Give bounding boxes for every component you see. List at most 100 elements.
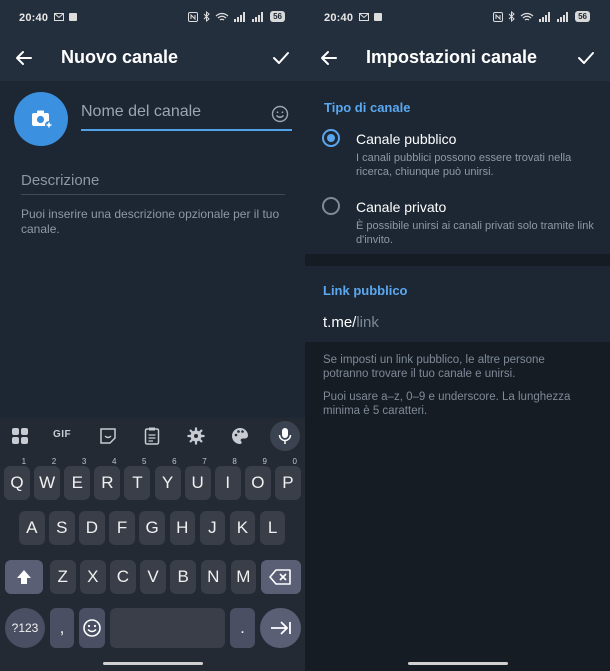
key-label: T [132, 473, 143, 492]
symbols-key[interactable]: ?123 [5, 608, 45, 648]
notification-icon [374, 13, 382, 21]
wifi-icon [520, 12, 534, 21]
key-hint-number: 3 [81, 457, 87, 466]
key-w[interactable]: W2 [34, 457, 61, 500]
key-v[interactable]: V [140, 560, 166, 594]
nfc-icon [188, 11, 199, 22]
period-key[interactable]: . [230, 608, 255, 648]
emoji-key[interactable] [79, 608, 105, 648]
key-s[interactable]: S [49, 511, 75, 545]
home-indicator[interactable] [407, 662, 508, 665]
status-time: 20:40 [19, 12, 49, 24]
enter-tab-key[interactable] [260, 608, 301, 648]
microphone-icon [278, 428, 292, 444]
sticker-icon[interactable] [98, 426, 118, 446]
nfc-icon [493, 11, 504, 22]
gif-button[interactable]: GIF [53, 429, 71, 440]
key-u[interactable]: U7 [184, 457, 211, 500]
key-a[interactable]: A [19, 511, 45, 545]
space-bar[interactable] [110, 608, 225, 648]
key-label: A [26, 518, 38, 537]
confirm-check-icon[interactable] [576, 48, 596, 68]
home-indicator[interactable] [102, 662, 203, 665]
link-placeholder: link [356, 314, 379, 331]
back-arrow-icon[interactable] [14, 48, 34, 68]
description-input[interactable]: Descrizione [21, 172, 285, 195]
key-hint-number: 7 [202, 457, 207, 466]
signal-icon [234, 11, 246, 22]
back-arrow-icon[interactable] [319, 48, 339, 68]
key-y[interactable]: Y6 [154, 457, 181, 500]
clipboard-icon[interactable] [142, 426, 162, 446]
key-n[interactable]: N [200, 560, 226, 594]
key-label: B [177, 567, 189, 586]
key-r[interactable]: R4 [94, 457, 121, 500]
key-j[interactable]: J [199, 511, 226, 545]
key-e[interactable]: E3 [64, 457, 91, 500]
apps-grid-icon[interactable] [10, 426, 30, 446]
set-photo-button[interactable] [14, 92, 68, 146]
tab-arrow-icon [270, 621, 291, 635]
key-i[interactable]: I8 [214, 457, 241, 500]
wifi-icon [215, 12, 229, 21]
voice-input-button[interactable] [270, 421, 300, 451]
private-channel-radio[interactable] [322, 197, 340, 215]
key-label: W [39, 473, 56, 492]
channel-settings-screen: 20:40 56 Impostazioni canale Tipo di can… [305, 0, 610, 671]
public-link-title: Link pubblico [323, 283, 408, 298]
key-label: C [116, 567, 130, 586]
key-m[interactable]: M [230, 560, 257, 594]
key-label: D [85, 518, 99, 537]
public-channel-label: Canale pubblico [356, 131, 457, 147]
key-hint-number: 1 [21, 457, 27, 466]
key-label: X [87, 567, 99, 586]
key-f[interactable]: F [109, 511, 135, 545]
public-channel-radio[interactable] [322, 129, 340, 147]
public-link-input[interactable]: t.me/link [323, 314, 379, 331]
confirm-check-icon[interactable] [271, 48, 291, 68]
key-l[interactable]: L [259, 511, 286, 545]
key-b[interactable]: B [170, 560, 196, 594]
shift-arrow-icon [17, 570, 31, 584]
description-placeholder: Descrizione [21, 172, 100, 189]
shift-key[interactable] [5, 560, 43, 594]
theme-palette-icon[interactable] [230, 426, 250, 446]
key-hint-number: 6 [172, 457, 177, 466]
key-label: Q [10, 473, 24, 492]
key-label: V [147, 567, 159, 586]
backspace-key[interactable] [261, 560, 301, 594]
key-c[interactable]: C [110, 560, 136, 594]
status-bar: 20:40 56 [305, 0, 610, 36]
key-h[interactable]: H [169, 511, 195, 545]
backspace-icon [269, 569, 291, 585]
signal-icon-2 [252, 11, 264, 22]
key-g[interactable]: G [139, 511, 165, 545]
key-o[interactable]: O9 [244, 457, 271, 500]
key-q[interactable]: Q1 [4, 457, 31, 500]
key-p[interactable]: P0 [274, 457, 301, 500]
section-divider [305, 254, 610, 266]
key-label: Y [161, 473, 174, 492]
key-label: S [56, 518, 68, 537]
key-z[interactable]: Z [50, 560, 76, 594]
key-label: G [145, 518, 159, 537]
private-channel-description: È possibile unirsi ai canali privati sol… [356, 220, 594, 246]
key-label: L [267, 518, 278, 537]
key-label: J [208, 518, 217, 537]
bluetooth-icon [508, 11, 515, 22]
description-hint: Puoi inserire una descrizione opzionale … [21, 207, 280, 236]
battery-indicator: 56 [575, 11, 590, 22]
key-x[interactable]: X [80, 560, 106, 594]
emoji-icon[interactable] [271, 105, 289, 123]
settings-gear-icon[interactable] [186, 426, 206, 446]
keyboard: GIF Q1W2E3R4T5Y6U7I8O9P0 ASDFGHJKL ZXCVB… [0, 418, 305, 671]
key-k[interactable]: K [229, 511, 256, 545]
key-d[interactable]: D [79, 511, 105, 545]
comma-key[interactable]: , [50, 608, 74, 648]
channel-name-input[interactable]: Nome del canale [81, 103, 292, 131]
key-hint-number: 2 [51, 457, 57, 466]
page-title: Impostazioni canale [366, 47, 538, 67]
key-t[interactable]: T5 [124, 457, 151, 500]
status-bar: 20:40 56 [0, 0, 305, 36]
new-channel-screen: 20:40 56 Nuovo canale Nome del canale De… [0, 0, 305, 671]
